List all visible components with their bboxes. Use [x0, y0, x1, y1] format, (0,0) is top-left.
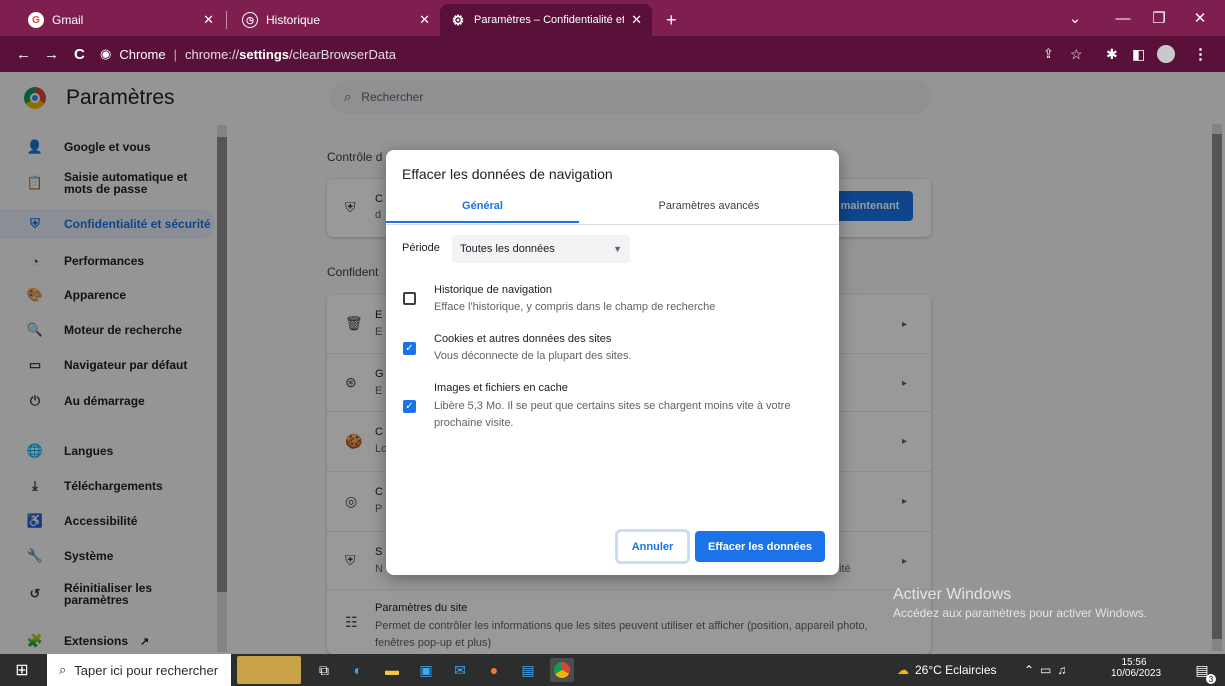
tab-title: Gmail: [52, 13, 84, 27]
history-icon: ◷: [242, 12, 258, 28]
system-tray-icons[interactable]: ⌃▭♫: [1024, 654, 1072, 686]
bookmark-star-icon[interactable]: ☆: [1070, 36, 1083, 72]
minimize-button[interactable]: —: [1103, 0, 1143, 36]
chrome-taskbar-icon[interactable]: [550, 658, 574, 682]
notification-count: 3: [1206, 674, 1216, 684]
clock-date: 10/06/2023: [1111, 668, 1162, 679]
reload-icon[interactable]: C: [74, 36, 85, 72]
period-value: Toutes les données: [460, 243, 555, 255]
mail-icon[interactable]: ✉: [448, 658, 472, 682]
gmail-icon: G: [28, 12, 44, 28]
tab-divider: [226, 11, 227, 29]
url-prefix: chrome://: [184, 46, 240, 62]
weather-icon: ☁: [897, 663, 909, 677]
option-desc: Efface l'historique, y compris dans le c…: [434, 301, 716, 313]
tab-close-icon[interactable]: ✕: [419, 12, 430, 28]
tab-search-icon[interactable]: ⌄: [1055, 0, 1095, 36]
tab-close-icon[interactable]: ✕: [631, 12, 642, 28]
url-bold: settings: [239, 46, 290, 62]
back-icon[interactable]: ←: [16, 36, 31, 72]
site-label: Chrome: [119, 46, 166, 62]
activate-windows-watermark: Activer Windows Accédez aux paramètres p…: [893, 586, 1147, 620]
gear-icon: ⚙: [451, 11, 465, 28]
search-highlight-image[interactable]: [237, 656, 301, 684]
search-icon: ⌕: [59, 662, 67, 677]
cancel-button[interactable]: Annuler: [617, 531, 688, 562]
tab-title: Paramètres – Confidentialité et s…: [474, 14, 624, 26]
extensions-icon[interactable]: ✱: [1106, 36, 1118, 72]
weather-text: 26°C Eclaircies: [915, 663, 997, 677]
option-title: Cookies et autres données des sites: [434, 333, 612, 345]
url-rest: /clearBrowserData: [289, 46, 396, 62]
weather-widget[interactable]: ☁ 26°C Eclaircies: [897, 654, 997, 686]
sidepanel-icon[interactable]: ◧: [1132, 36, 1145, 72]
file-explorer-icon[interactable]: ▬: [380, 658, 404, 682]
firefox-icon[interactable]: ●: [482, 658, 506, 682]
cookies-checkbox[interactable]: ✓: [403, 342, 416, 355]
tab-strip: G Gmail ✕ ◷ Historique ✕ ⚙ Paramètres – …: [0, 0, 1225, 36]
menu-icon[interactable]: ⋮: [1193, 36, 1208, 72]
tab-title: Historique: [266, 13, 321, 27]
task-view-icon[interactable]: ⧉: [312, 658, 336, 682]
profile-avatar[interactable]: [1157, 36, 1175, 72]
chrome-site-icon: ◉: [100, 46, 112, 61]
windows-start-icon[interactable]: ⊞: [10, 658, 34, 682]
tab-gmail[interactable]: G Gmail ✕: [18, 4, 224, 36]
browser-toolbar: ← → C ◉ Chrome | chrome://settings/clear…: [0, 36, 1225, 72]
cache-checkbox[interactable]: ✓: [403, 400, 416, 413]
tab-advanced[interactable]: Paramètres avancés: [579, 200, 839, 222]
option-desc: Libère 5,3 Mo. Il se peut que certains s…: [434, 400, 791, 429]
close-window-button[interactable]: ✕: [1180, 0, 1220, 36]
dialog-title: Effacer les données de navigation: [402, 166, 613, 182]
address-bar[interactable]: ◉ Chrome | chrome://settings/clearBrowse…: [100, 40, 1040, 68]
taskbar-search-input[interactable]: ⌕ Taper ici pour rechercher: [47, 654, 231, 686]
clock-time: 15:56: [1121, 657, 1147, 668]
watermark-subtitle: Accédez aux paramètres pour activer Wind…: [893, 606, 1148, 620]
clock[interactable]: 15:56 10/06/2023: [1111, 657, 1162, 679]
clear-data-button[interactable]: Effacer les données: [695, 531, 825, 562]
windows-taskbar: ⊞ ⌕ Taper ici pour rechercher ⧉ ◐ ▬ ▣ ✉ …: [0, 654, 1225, 686]
forward-icon[interactable]: →: [44, 36, 59, 72]
store-icon[interactable]: ▣: [414, 658, 438, 682]
restore-button[interactable]: ❐: [1139, 0, 1179, 36]
history-checkbox[interactable]: [403, 292, 416, 305]
taskbar-search-placeholder: Taper ici pour rechercher: [74, 662, 219, 678]
period-select[interactable]: Toutes les données ▼: [452, 235, 630, 263]
dialog-divider: [386, 224, 839, 225]
tab-general[interactable]: Général: [386, 200, 579, 222]
tab-historique[interactable]: ◷ Historique ✕: [232, 4, 440, 36]
option-title: Images et fichiers en cache: [434, 382, 568, 394]
omnibox-separator: |: [173, 46, 177, 62]
period-label: Période: [402, 242, 440, 254]
notepad-icon[interactable]: ▤: [516, 658, 540, 682]
option-desc: Vous déconnecte de la plupart des sites.: [434, 350, 632, 362]
new-tab-button[interactable]: +: [656, 4, 687, 36]
active-tab-indicator: [386, 221, 579, 223]
clear-browsing-data-dialog: Effacer les données de navigation Généra…: [386, 150, 839, 575]
dropdown-caret-icon: ▼: [613, 244, 622, 254]
tab-parametres[interactable]: ⚙ Paramètres – Confidentialité et s… ✕: [440, 4, 652, 36]
tab-close-icon[interactable]: ✕: [203, 12, 214, 28]
share-icon[interactable]: ⇪: [1043, 36, 1054, 72]
watermark-title: Activer Windows: [893, 586, 1012, 603]
option-title: Historique de navigation: [434, 284, 553, 296]
notifications-icon[interactable]: ▤ 3: [1190, 658, 1216, 684]
edge-icon[interactable]: ◐: [346, 658, 370, 682]
